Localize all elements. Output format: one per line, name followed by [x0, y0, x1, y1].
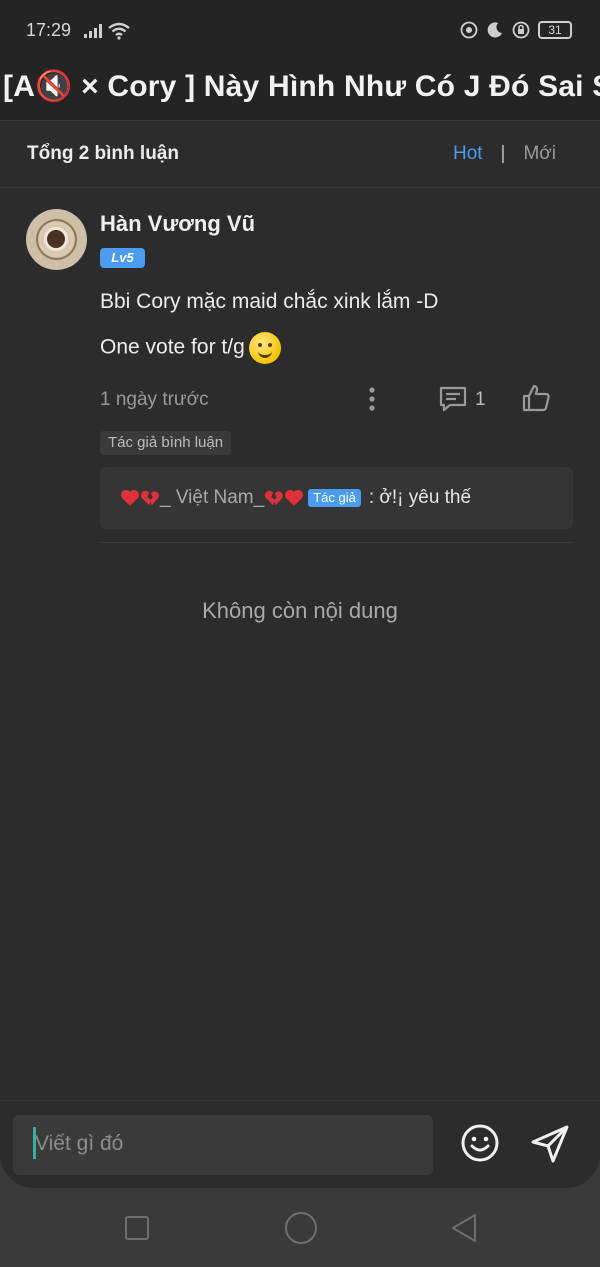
reply-preview[interactable]: _ Việt Nam_ Tác giả : ở!¡ yêu thế	[100, 467, 573, 529]
battery-icon: 31	[538, 21, 572, 39]
heart-icon	[285, 490, 304, 506]
comment-input-placeholder: Viết gì đó	[35, 1132, 124, 1155]
level-badge: Lv5	[100, 248, 145, 268]
reply-count: 1	[475, 389, 486, 410]
empty-state-text: Không còn nội dung	[202, 598, 398, 623]
status-time: 17:29	[26, 20, 72, 40]
system-nav-bar	[0, 1188, 600, 1267]
reply-text: : ở!¡ yêu thế	[368, 487, 472, 508]
author-comment-tag: Tác giả bình luận	[100, 431, 232, 455]
broken-heart-icon	[140, 490, 159, 506]
reply-icon[interactable]	[438, 385, 468, 413]
comments-summary: Tổng 2 bình luận Hot | Mới	[0, 121, 600, 187]
emoji-icon[interactable]	[460, 1123, 500, 1163]
app-screen: 17:29 31 [A🔇 × Cory] Này Hình Như Có J …	[0, 0, 600, 1188]
sort-new-tab[interactable]: Mới	[523, 143, 556, 165]
status-bar: 17:29 31	[0, 0, 600, 62]
author-badge: Tác giả	[308, 489, 361, 507]
comment-total: Tổng 2 bình luận	[27, 143, 179, 164]
sort-separator: |	[500, 143, 506, 164]
comment-input-bar: Viết gì đó	[0, 1100, 600, 1188]
comment-text-line-2: One vote for t/g	[100, 335, 245, 359]
back-icon[interactable]	[450, 1212, 478, 1244]
send-icon[interactable]	[529, 1123, 571, 1165]
wifi-icon	[108, 22, 130, 40]
broken-heart-icon	[265, 490, 284, 506]
divider	[0, 187, 600, 188]
sort-tabs: Hot | Mới	[453, 143, 556, 165]
home-button[interactable]	[285, 1212, 317, 1244]
recent-apps-button[interactable]	[125, 1216, 149, 1240]
avatar[interactable]	[26, 209, 87, 270]
comment-text-line: Bbi Cory mặc maid chắc xink lắm -D	[100, 290, 439, 313]
smile-emoji-icon	[248, 332, 281, 364]
reply-content: _ Việt Nam_ Tác giả : ở!¡ yêu thế	[120, 487, 471, 509]
title-bar: [A🔇 × Cory ] Này Hình Như Có J Đó Sai Sa…	[0, 62, 600, 120]
sort-hot-tab[interactable]: Hot	[453, 143, 483, 165]
signal-icon	[84, 24, 102, 38]
comment-input[interactable]: Viết gì đó	[13, 1115, 433, 1175]
thumbs-up-icon[interactable]	[521, 383, 551, 413]
lock-rotation-icon	[512, 21, 530, 39]
moon-icon	[487, 22, 502, 38]
status-icons: 31	[460, 21, 572, 39]
page-title: [A🔇 × Cory ] Này Hình Như Có J Đó Sai Sa…	[3, 70, 600, 103]
comment-time: 1 ngày trước	[100, 389, 209, 410]
comment-text-line: One vote for t/g	[100, 332, 281, 364]
heart-icon	[121, 490, 139, 506]
reply-author[interactable]: _ Việt Nam_	[160, 487, 264, 509]
comment-username[interactable]: Hàn Vương Vũ	[100, 211, 255, 237]
record-icon	[460, 21, 478, 39]
divider	[100, 542, 573, 543]
more-options-icon[interactable]	[362, 386, 382, 412]
